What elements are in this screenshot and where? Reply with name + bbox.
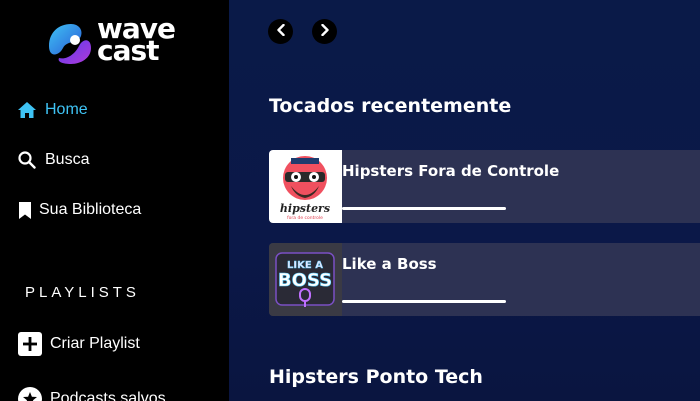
recent-item-hipsters[interactable]: hipsters fora de controle Hipsters Fora … xyxy=(269,150,700,223)
plus-square-icon xyxy=(17,331,42,356)
sidebar: wave cast Home Busca Sua Biblioteca PLAY… xyxy=(0,0,229,401)
sidebar-item-label: Sua Biblioteca xyxy=(39,201,142,218)
like-a-boss-cover-art: LIKE A BOSS xyxy=(275,252,335,307)
hipsters-cover-title: hipsters xyxy=(280,202,330,215)
sidebar-item-label: Home xyxy=(45,101,88,118)
recent-item-title: Hipsters Fora de Controle xyxy=(342,162,560,180)
hipsters-cover-art: hipsters fora de controle xyxy=(280,156,330,221)
sidebar-item-busca[interactable]: Busca xyxy=(17,150,89,170)
recent-item-like-a-boss[interactable]: LIKE A BOSS Like a Boss xyxy=(269,243,700,316)
like-a-boss-cover-line-2: BOSS xyxy=(278,270,332,291)
playlists-heading: PLAYLISTS xyxy=(25,284,140,301)
sidebar-item-home[interactable]: Home xyxy=(17,100,88,120)
progress-bar xyxy=(342,300,506,303)
hipsters-ponto-tech-section-title: Hipsters Ponto Tech xyxy=(269,366,483,388)
progress-bar xyxy=(342,207,506,210)
podcast-cover-like-a-boss: LIKE A BOSS xyxy=(269,243,342,316)
recent-section-title: Tocados recentemente xyxy=(269,95,512,117)
recent-item-title: Like a Boss xyxy=(342,255,437,273)
chevron-right-icon xyxy=(320,23,330,41)
wavecast-logo[interactable]: wave cast xyxy=(45,15,190,68)
create-playlist-button[interactable]: Criar Playlist xyxy=(17,331,140,356)
main-content: Tocados recentemente hipsters fora de co… xyxy=(229,0,700,401)
wavecast-logo-mark xyxy=(49,24,91,64)
logo-wordmark: wave cast xyxy=(97,15,176,65)
back-button[interactable] xyxy=(268,19,293,44)
hipsters-cover-subtitle: fora de controle xyxy=(287,215,323,221)
podcast-cover-hipsters: hipsters fora de controle xyxy=(269,150,342,223)
chevron-left-icon xyxy=(276,23,286,41)
home-icon xyxy=(17,100,37,120)
search-icon xyxy=(17,150,37,170)
sidebar-item-label: Busca xyxy=(45,151,90,168)
forward-button[interactable] xyxy=(312,19,337,44)
star-circle-icon xyxy=(17,386,42,401)
bookmark-icon xyxy=(17,200,33,220)
saved-podcasts-label: Podcasts salvos xyxy=(50,389,166,401)
saved-podcasts-button[interactable]: Podcasts salvos xyxy=(17,386,166,401)
sidebar-item-biblioteca[interactable]: Sua Biblioteca xyxy=(17,200,141,220)
create-playlist-label: Criar Playlist xyxy=(50,334,140,352)
